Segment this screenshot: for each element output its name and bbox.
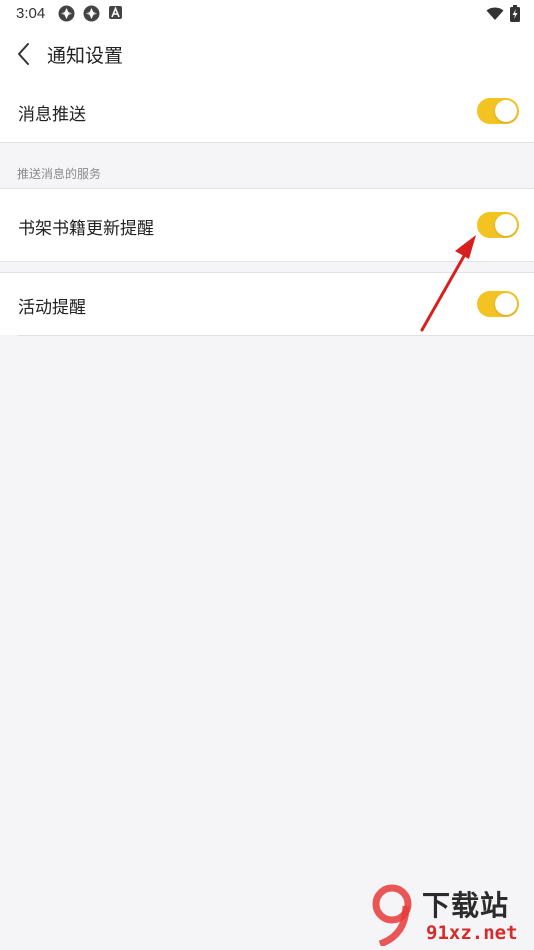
app-notification-icon [58, 5, 75, 22]
toggle-knob [495, 100, 517, 122]
wifi-icon [486, 7, 504, 20]
site-watermark: 下载站 91xz.net [370, 884, 530, 948]
activity-reminder-toggle[interactable] [477, 291, 519, 317]
status-time: 3:04 [16, 5, 46, 22]
page-title: 通知设置 [47, 45, 124, 67]
status-bar: 3:04 [0, 0, 534, 28]
toggle-knob [495, 293, 517, 315]
setting-label: 消息推送 [18, 105, 86, 125]
toggle-knob [495, 214, 517, 236]
app-header: 通知设置 [0, 28, 534, 80]
divider [0, 142, 534, 143]
setting-label: 活动提醒 [18, 298, 86, 318]
brand-logo-icon [372, 884, 412, 946]
watermark-brand: 下载站 [422, 889, 510, 922]
push-messages-toggle[interactable] [477, 98, 519, 124]
back-button[interactable] [12, 40, 38, 68]
setting-row-activity-reminder[interactable]: 活动提醒 [0, 273, 534, 335]
app-notification-icon [83, 5, 100, 22]
divider [0, 261, 534, 262]
bookshelf-update-toggle[interactable] [477, 212, 519, 238]
setting-label: 书架书籍更新提醒 [18, 219, 154, 239]
setting-row-bookshelf-update[interactable]: 书架书籍更新提醒 [0, 189, 534, 261]
chevron-left-icon [18, 43, 29, 65]
section-header: 推送消息的服务 [17, 167, 102, 181]
status-right-icons [486, 5, 520, 22]
status-left-icons [58, 5, 123, 22]
divider [18, 335, 534, 336]
setting-row-push-messages[interactable]: 消息推送 [0, 80, 534, 142]
watermark-site: 91xz.net [426, 922, 518, 944]
app-notification-a-icon [109, 6, 122, 19]
battery-charging-icon [510, 5, 520, 22]
